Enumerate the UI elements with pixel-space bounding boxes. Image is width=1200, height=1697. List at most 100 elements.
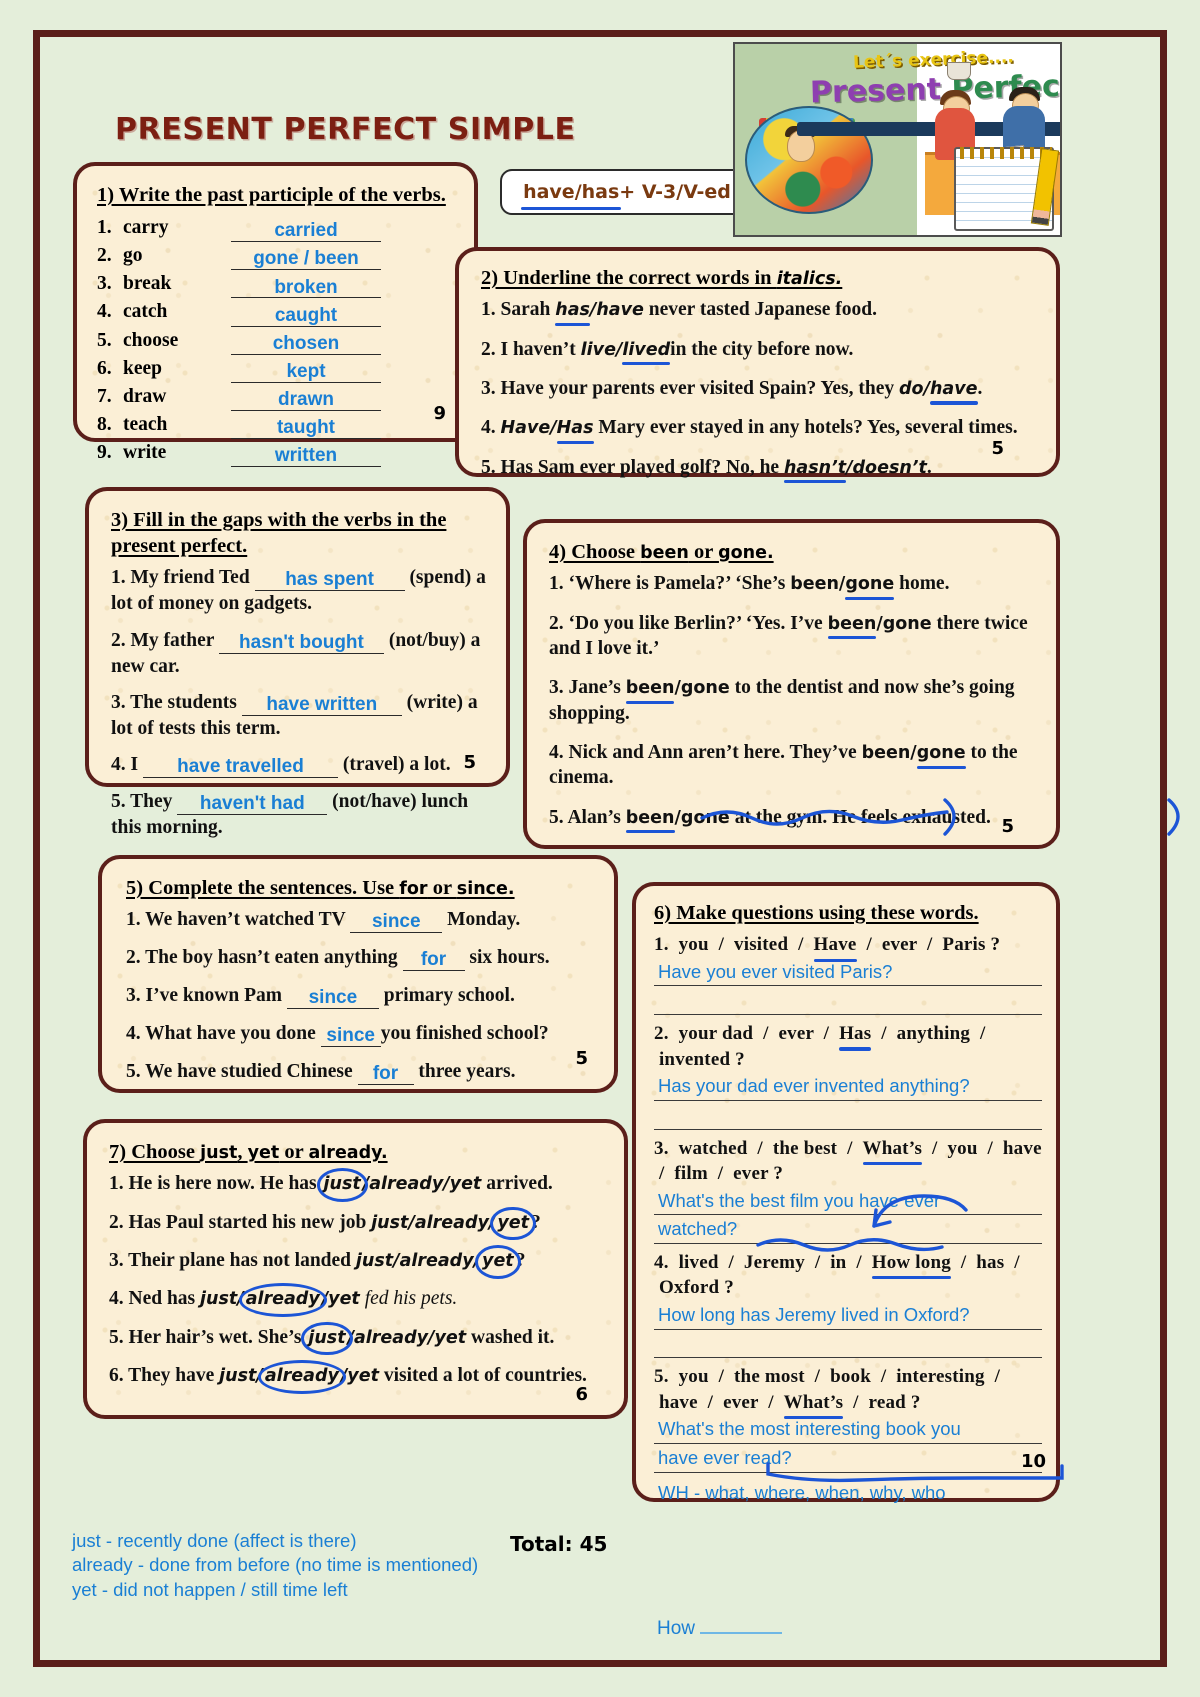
participle-blank[interactable]: kept [231, 361, 381, 383]
for-since-gap[interactable]: since [320, 1026, 381, 1047]
option-group[interactable]: just/already/yet [301, 1321, 466, 1356]
option-pair[interactable]: Have/Has [501, 418, 594, 444]
participle-blank[interactable]: carried [231, 221, 381, 243]
option-pair[interactable]: been/gone [625, 678, 730, 704]
exercise-row: 5. Has Sam ever played golf? No, he hasn… [481, 455, 1038, 484]
verb-label: write [123, 441, 167, 463]
option-pair[interactable]: been/gone [790, 574, 894, 600]
option-yet[interactable]: yet [490, 1206, 536, 1241]
answer-line[interactable]: have ever read? [654, 1444, 1042, 1473]
answer-line[interactable]: What's the best film you have ever [654, 1187, 1042, 1216]
participle-blank[interactable]: written [231, 446, 381, 467]
option-pair[interactable]: been/gone [827, 614, 932, 640]
exercise-5-row: 5. We have studied Chinese for three yea… [126, 1059, 600, 1085]
participle-blank[interactable]: taught [231, 417, 381, 439]
exercise-5-row: 4. What have you done since you finished … [126, 1021, 600, 1047]
for-since-gap[interactable]: for [357, 1064, 414, 1085]
exercise-row: 1. ‘Where is Pamela?’ ‘She’s been/gone h… [549, 571, 1038, 600]
sentence-prefix: The students [130, 692, 242, 714]
sentence-prefix: They [130, 791, 178, 813]
answer-line[interactable]: How long has Jeremy lived in Oxford? [654, 1301, 1042, 1330]
sentence-prefix: We have studied Chinese [145, 1060, 358, 1082]
sentence-suffix: at the gym. He feels exhausted. [729, 806, 991, 828]
exercise-2-heading: 2) Underline the correct words in italic… [481, 267, 843, 289]
verb-gap[interactable]: has spent [254, 570, 405, 592]
option-just[interactable]: just [301, 1321, 353, 1356]
word-token: Paris ? [942, 934, 1001, 956]
answer-line[interactable] [654, 1101, 1042, 1130]
option-group[interactable]: just/already/yet [316, 1168, 482, 1202]
option-already[interactable]: already [415, 1213, 489, 1233]
for-since-gap[interactable]: since [350, 912, 443, 934]
item-number: 4. [549, 741, 564, 763]
answer-line[interactable]: watched? [654, 1215, 1042, 1244]
sentence-prefix: Their plane has not landed [128, 1249, 356, 1271]
participle-blank[interactable]: caught [231, 305, 381, 327]
exercise-5-row: 3. I’ve known Pam since primary school. [126, 983, 600, 1010]
option-yet[interactable]: yet [450, 1174, 482, 1194]
option-group[interactable]: just/already/yet [356, 1244, 521, 1279]
word-token: / [798, 934, 804, 956]
verb-gap[interactable]: hasn't bought [218, 632, 384, 654]
participle-blank[interactable]: drawn [231, 389, 381, 411]
how-blank[interactable] [700, 1632, 783, 1634]
option-pair[interactable]: been/gone [862, 743, 966, 769]
for-since-gap[interactable]: for [402, 950, 465, 972]
participle-blank[interactable]: chosen [231, 333, 381, 355]
verb-gap[interactable]: have written [241, 695, 402, 716]
option-group[interactable]: just/already/yet [371, 1206, 536, 1241]
exercise-4-score: 5 [1001, 816, 1014, 837]
option-just[interactable]: just [316, 1168, 369, 1202]
option-already[interactable]: already [257, 1360, 346, 1394]
for-since-gap[interactable]: since [286, 988, 379, 1010]
item-number: 1. [111, 567, 126, 589]
participle-blank[interactable]: broken [231, 277, 381, 299]
answer-line[interactable]: What's the most interesting book you [654, 1415, 1042, 1445]
word-token: watched [678, 1137, 748, 1159]
exercise-1-heading: 1) Write the past participle of the verb… [97, 184, 446, 206]
verb-gap[interactable]: haven't had [177, 794, 328, 816]
item-number: 2. [654, 1023, 669, 1045]
option-already[interactable]: already [238, 1283, 327, 1317]
option-group[interactable]: just/already/yet [219, 1360, 379, 1394]
option-pair[interactable]: been/gone [625, 808, 730, 834]
scrambled-words: 3. watched / the best / What’s / you / h… [654, 1136, 1042, 1187]
option-yet[interactable]: yet [434, 1328, 466, 1348]
option-just[interactable]: just [200, 1289, 237, 1309]
worksheet-page: PRESENT PERFECT SIMPLE have/has + V-3/V-… [33, 30, 1180, 1667]
option-pair[interactable]: live/lived [581, 340, 670, 366]
option-already[interactable]: already [369, 1174, 443, 1194]
item-number: 5. [654, 1366, 669, 1388]
item-number: 4. [126, 1023, 141, 1045]
answer-line[interactable] [654, 986, 1042, 1016]
option-already[interactable]: already [354, 1328, 428, 1348]
exercise-1-score: 9 [433, 403, 446, 424]
option-yet[interactable]: yet [475, 1244, 521, 1279]
word-token: / [927, 934, 933, 956]
answer-line[interactable]: Have you ever visited Paris? [654, 958, 1042, 987]
option-pair[interactable]: hasn’t/doesn’t [783, 458, 927, 484]
word-token: What’s [783, 1390, 844, 1420]
item-number: 2. [111, 629, 126, 651]
word-token: Has [839, 1021, 872, 1052]
option-just[interactable]: just [356, 1251, 393, 1271]
participle-blank[interactable]: gone / been [231, 249, 381, 271]
option-yet[interactable]: yet [347, 1366, 379, 1386]
answer-line[interactable]: Has your dad ever invented anything? [654, 1072, 1042, 1101]
answer-line[interactable] [654, 1330, 1042, 1359]
how-prompt: How [657, 1618, 783, 1640]
exercise-row: 3. Jane’s been/gone to the dentist and n… [549, 675, 1038, 726]
option-pair[interactable]: has/have [555, 300, 644, 326]
item-number: 5. [126, 1060, 141, 1082]
option-just[interactable]: just [219, 1366, 256, 1386]
sentence-suffix: . [977, 377, 983, 399]
sentence-prefix: They have [128, 1364, 220, 1386]
option-just[interactable]: just [371, 1213, 408, 1233]
exercise-6-row: 3. watched / the best / What’s / you / h… [654, 1136, 1042, 1244]
verb-gap[interactable]: have travelled [142, 757, 338, 779]
option-yet[interactable]: yet [328, 1289, 360, 1309]
option-pair[interactable]: do/have [899, 379, 978, 405]
option-group[interactable]: just/already/yet [200, 1283, 360, 1317]
option-already[interactable]: already [400, 1251, 474, 1271]
exercise-7-row: 6. They have just/already/yet visited a … [109, 1360, 610, 1394]
